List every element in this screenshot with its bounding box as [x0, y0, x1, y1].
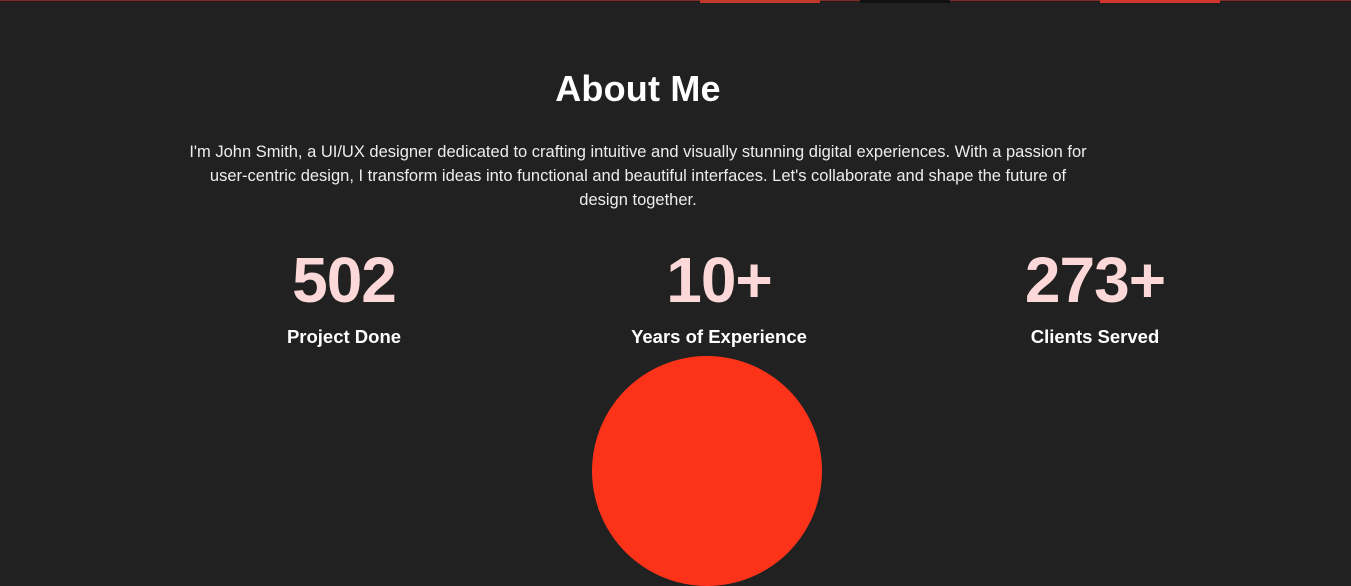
- stat-experience: 10+ Years of Experience: [559, 244, 879, 348]
- section-title: About Me: [555, 68, 721, 109]
- stat-number: 10+: [666, 244, 773, 316]
- stat-label: Project Done: [286, 326, 402, 347]
- decorative-circle: [592, 356, 822, 586]
- stat-clients: 273+ Clients Served: [935, 244, 1255, 348]
- about-intro-text: I'm John Smith, a UI/UX designer dedicat…: [189, 143, 1087, 209]
- stat-number: 502: [292, 244, 397, 316]
- about-section: About Me I'm John Smith, a UI/UX designe…: [0, 0, 1351, 586]
- stat-label: Years of Experience: [631, 326, 807, 347]
- stat-projects: 502 Project Done: [184, 244, 504, 348]
- stat-label: Clients Served: [1030, 326, 1160, 347]
- stat-number: 273+: [1024, 244, 1166, 316]
